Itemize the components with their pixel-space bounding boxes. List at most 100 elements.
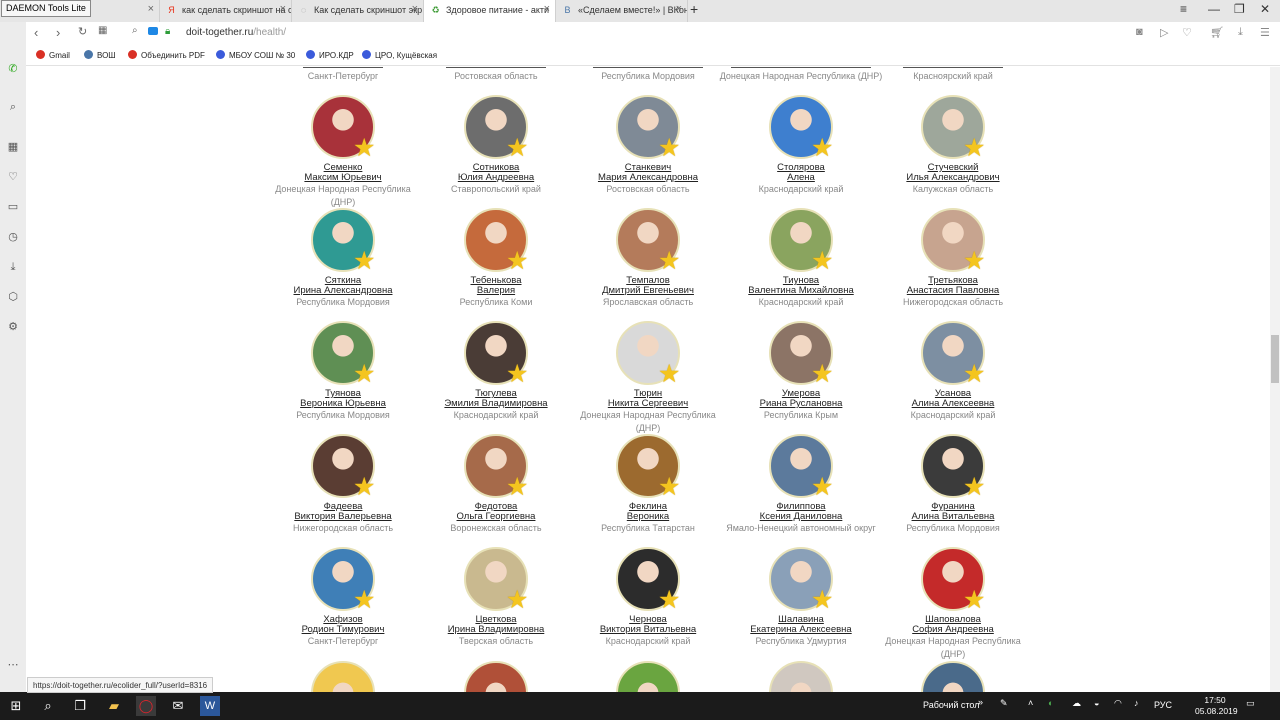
easy-setup-icon[interactable]: ☰ [1260,26,1270,39]
member-given-name[interactable]: Максим Юрьевич [268,173,418,183]
member-card: ★ Стучевский Илья Александрович Калужская о… [878,95,1028,196]
speed-dial-icon[interactable]: ▦ [6,140,20,154]
search-icon[interactable]: ⌕ [132,25,138,36]
heart-icon[interactable]: ♡ [1182,26,1192,39]
maximize-icon[interactable]: ❐ [1234,2,1245,16]
app-tray-icon[interactable]: ◐ [1048,698,1053,708]
member-card: ★ Тиунова Валентина Михайловна Краснодарски… [726,208,876,309]
clock[interactable]: 17:50 05.08.2019 [1195,695,1238,717]
word-icon[interactable]: W [200,696,220,716]
search-icon[interactable]: ⌕ [38,696,58,716]
member-given-name[interactable]: Никита Сергеевич [573,399,723,409]
browser-tab[interactable]: В «Сделаем вместе!» | ВКон × [556,0,688,22]
member-given-name[interactable]: Юлия Андреевна [421,173,571,183]
vertical-scrollbar[interactable] [1270,67,1280,692]
pen-icon[interactable]: ✎ [1000,698,1008,709]
member-given-name[interactable]: Мария Александровна [573,173,723,183]
browser-tab[interactable]: ◌ Как сделать скриншот экр × [292,0,424,22]
member-given-name[interactable]: Илья Александрович [878,173,1028,183]
volume-icon[interactable]: ♪ [1134,698,1139,708]
vpn-icon[interactable] [148,27,158,35]
member-given-name[interactable]: Ольга Георгиевна [421,512,571,522]
avatar[interactable] [921,661,985,692]
explorer-icon[interactable]: ▰ [104,696,124,716]
forward-icon[interactable]: › [56,25,60,40]
close-icon[interactable]: ✕ [1260,2,1270,16]
member-given-name[interactable]: Ирина Александровна [268,286,418,296]
member-given-name[interactable]: София Андреевна [878,625,1028,635]
member-given-name[interactable]: Вероника [573,512,723,522]
tabs-icon[interactable]: ▭ [6,200,20,214]
member-given-name[interactable]: Алина Алексеевна [878,399,1028,409]
divider [593,67,703,68]
camera-icon[interactable]: ◙ [1136,26,1143,38]
browser-tab[interactable]: ♻ Здоровое питание - акти × [424,0,556,22]
cube-icon[interactable]: ⬡ [6,290,20,304]
taskbar: ⊞ ⌕ ❐ ▰ ◯ ✉ W Рабочий стол » ✎ ˄ ◐ ☁ ◒ ◠… [0,692,1280,720]
tab-close-icon[interactable]: × [412,3,418,15]
tab-close-icon[interactable]: × [544,3,550,15]
member-given-name[interactable]: Валерия [421,286,571,296]
cart-icon[interactable]: 🛒︎ [1210,26,1224,39]
download-icon[interactable]: ⤓ [6,260,20,274]
minimize-icon[interactable]: — [1208,2,1220,16]
scrollbar-thumb[interactable] [1271,335,1279,383]
member-given-name[interactable]: Ксения Даниловна [726,512,876,522]
avatar[interactable] [616,661,680,692]
bookmark-item[interactable]: ИРО.КДР [306,50,354,60]
tab-grid-icon[interactable]: ▦ [98,25,107,36]
chevron-up-icon[interactable]: ˄ [1028,698,1033,708]
member-given-name[interactable]: Валентина Михайловна [726,286,876,296]
member-given-name[interactable]: Виктория Валерьевна [268,512,418,522]
onedrive-icon[interactable]: ☁ [1072,698,1081,709]
opera-icon[interactable]: ◯ [136,696,156,716]
member-given-name[interactable]: Риана Руслановна [726,399,876,409]
task-view-icon[interactable]: ❐ [70,696,90,716]
menu-icon[interactable]: ≡ [1180,2,1187,16]
new-tab-button[interactable]: + [690,1,698,17]
member-given-name[interactable]: Алена [726,173,876,183]
avatar[interactable] [464,661,528,692]
member-given-name[interactable]: Алина Витальевна [878,512,1028,522]
tab-close-icon[interactable]: × [676,3,682,15]
chevron-icon[interactable]: » [978,697,983,707]
language-indicator[interactable]: РУС [1154,700,1172,710]
member-given-name[interactable]: Анастасия Павловна [878,286,1028,296]
bookmark-item[interactable]: Объединить PDF [128,50,205,60]
windows-start-icon[interactable]: ⊞ [6,696,26,716]
mail-icon[interactable]: ✉ [168,696,188,716]
star-icon: ★ [963,586,986,614]
reload-icon[interactable]: ↻ [78,25,87,38]
heart-icon[interactable]: ♡ [6,170,20,184]
more-icon[interactable]: ⋯ [6,658,20,672]
bookmark-item[interactable]: ЦРО, Кущёвская [362,50,437,60]
whatsapp-icon[interactable]: ✆ [6,62,20,76]
bookmark-item[interactable]: Gmail [36,50,70,60]
play-icon[interactable]: ▷ [1160,26,1168,39]
search-icon[interactable]: ⌕ [6,100,20,114]
member-given-name[interactable]: Эмилия Владимировна [421,399,571,409]
notifications-icon[interactable]: ▭ [1246,698,1255,709]
back-icon[interactable]: ‹ [34,25,38,40]
bookmark-item[interactable]: ВОШ [84,50,116,60]
desktop-label[interactable]: Рабочий стол [923,700,980,710]
browser-tab[interactable]: Якак сделать скриншот на с × [160,0,292,22]
member-given-name[interactable]: Дмитрий Евгеньевич [573,286,723,296]
tab-close-icon[interactable]: × [280,3,286,15]
member-given-name[interactable]: Ирина Владимировна [421,625,571,635]
network-icon[interactable]: ◒ [1094,698,1099,708]
avatar[interactable] [769,661,833,692]
bookmark-item[interactable]: МБОУ СОШ № 30 [216,50,295,60]
member-given-name[interactable]: Екатерина Алексеевна [726,625,876,635]
history-icon[interactable]: ◷ [6,230,20,244]
settings-icon[interactable]: ⚙ [6,320,20,334]
member-given-name[interactable]: Виктория Витальевна [573,625,723,635]
download-icon[interactable]: ⤓ [1238,26,1243,39]
member-given-name[interactable]: Родион Тимурович [268,625,418,635]
avatar[interactable] [311,661,375,692]
member-card: ★ Фадеева Виктория Валерьевна Нижегородская… [268,434,418,535]
tab-close-icon[interactable]: × [148,3,154,15]
wifi-icon[interactable]: ◠ [1114,698,1122,709]
url-field[interactable]: doit-together.ru/health/ [186,27,286,38]
member-given-name[interactable]: Вероника Юрьевна [268,399,418,409]
